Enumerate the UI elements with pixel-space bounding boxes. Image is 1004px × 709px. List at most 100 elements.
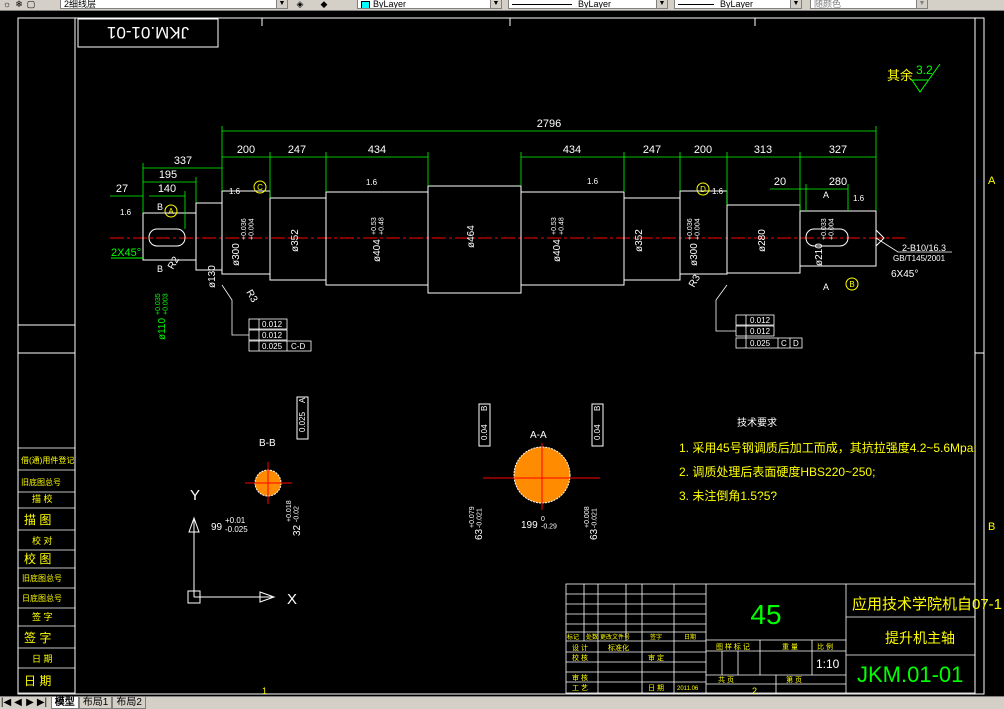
strip-item-11: 日 期 bbox=[24, 674, 51, 688]
datum-c-label: C bbox=[257, 183, 263, 192]
dim-27: 27 bbox=[116, 183, 128, 195]
title-row-label-4: 日期 bbox=[684, 633, 696, 641]
layer-freeze-icon[interactable]: ❄ bbox=[13, 0, 25, 9]
title-sheet-no: 第 页 bbox=[786, 675, 802, 684]
drawing-canvas[interactable]: A B 1 2 JKM.01-01 其余 3.2 2796 200 247 43… bbox=[0, 11, 1004, 696]
linetype-dropdown[interactable]: ByLayer ▼ bbox=[508, 0, 668, 9]
chevron-down-icon[interactable]: ▼ bbox=[276, 0, 287, 8]
roughness-1-6-a: 1.6 bbox=[229, 187, 241, 196]
strip-item-2: 描 校 bbox=[32, 493, 53, 504]
dia-352-right: ø352 bbox=[634, 229, 645, 252]
tab-model[interactable]: 模型 bbox=[50, 697, 79, 709]
section-bb-width: 99 bbox=[211, 522, 223, 533]
dim-434-mid: 434 bbox=[563, 144, 581, 156]
title-part-name: 提升机主轴 bbox=[885, 630, 955, 646]
dia-300-right: ø300 bbox=[689, 243, 700, 266]
strip-item-6: 旧底图总号 bbox=[22, 573, 62, 583]
title-role-3: 工 艺 bbox=[572, 684, 588, 692]
layer-manager-icon[interactable]: ◆ bbox=[318, 0, 330, 9]
color-dropdown[interactable]: ByLayer ▼ bbox=[357, 0, 502, 9]
section-bb-gtol-ref: A bbox=[298, 397, 307, 403]
title-row-label-0: 标记 bbox=[567, 633, 579, 641]
dim-140: 140 bbox=[158, 183, 176, 195]
title-material: 45 bbox=[750, 599, 781, 630]
section-bb-label: B-B bbox=[259, 438, 276, 449]
tab-layout1[interactable]: 布局1 bbox=[78, 697, 113, 709]
gtol-right-ref-d: D bbox=[793, 339, 799, 348]
tol-404-right: +0.53+0.48 bbox=[551, 217, 566, 235]
layer-dropdown[interactable]: 2细线层 ▼ bbox=[60, 0, 288, 9]
title-role-1: 校 核 bbox=[572, 653, 588, 662]
section-aa-key-tol-left: +0.079-0.021 bbox=[469, 506, 484, 528]
tech-requirement-1: 1. 采用45号钢调质后加工而成，其抗拉强度4.2~5.6Mpa; bbox=[679, 440, 977, 455]
lineweight-preview-icon bbox=[678, 4, 714, 6]
chevron-down-icon[interactable]: ▼ bbox=[790, 0, 801, 8]
drawing-border bbox=[17, 17, 985, 695]
tol-404-left: +0.53+0.48 bbox=[371, 217, 386, 235]
section-aa-label: A-A bbox=[530, 430, 547, 441]
strip-item-5: 校 图 bbox=[24, 551, 51, 566]
layer-on-icon[interactable]: ☼ bbox=[1, 0, 13, 9]
tech-requirement-3: 3. 未注倒角1.5?5? bbox=[679, 488, 777, 503]
roughness-1-6-e: 1.6 bbox=[853, 194, 865, 203]
section-bb-gtol: 0.025 bbox=[298, 411, 307, 432]
radius-r3-right: R3 bbox=[687, 273, 703, 290]
ucs-y-label: Y bbox=[190, 487, 200, 504]
chevron-down-icon[interactable]: ▼ bbox=[656, 0, 667, 8]
dim-337: 337 bbox=[174, 155, 192, 167]
title-scale-label: 比 例 bbox=[817, 642, 833, 651]
dim-327-right: 327 bbox=[829, 144, 847, 156]
tab-next-icon[interactable]: ▶ bbox=[24, 697, 36, 708]
title-role-2: 审 核 bbox=[572, 673, 588, 682]
title-date: 2011.06 bbox=[677, 686, 699, 692]
gtol-left-runout2: 0.012 bbox=[262, 331, 283, 340]
plotstyle-dropdown[interactable]: 随颜色 ▼ bbox=[810, 0, 928, 9]
linetype-value: ByLayer bbox=[578, 0, 612, 9]
tech-requirement-2: 2. 调质处理后表面硬度HBS220~250; bbox=[679, 464, 875, 479]
title-scale: 1:10 bbox=[816, 657, 840, 671]
tab-layout2[interactable]: 布局2 bbox=[112, 697, 146, 709]
gtol-right-runout2: 0.012 bbox=[750, 327, 771, 336]
strip-item-7: 日底图总号 bbox=[22, 593, 62, 603]
dia-300-left: ø300 bbox=[231, 243, 242, 266]
gtol-right-runout1: 0.012 bbox=[750, 316, 771, 325]
tab-prev-icon[interactable]: ◀ bbox=[12, 697, 24, 708]
layer-previous-icon[interactable]: ◈ bbox=[294, 0, 306, 9]
strip-item-10: 日 期 bbox=[32, 654, 53, 664]
section-aa-key-right: 63 bbox=[589, 528, 600, 540]
strip-item-3: 描 图 bbox=[24, 513, 51, 527]
dim-200-right: 200 bbox=[694, 144, 712, 156]
dim-195: 195 bbox=[159, 169, 177, 181]
dimension-lines bbox=[110, 126, 877, 229]
gtol-left-perp: 0.025 bbox=[262, 342, 283, 351]
dia-130: ø130 bbox=[207, 265, 218, 288]
grid-letter-b: B bbox=[988, 521, 995, 533]
tab-last-icon[interactable]: ▶| bbox=[36, 697, 48, 708]
title-stage-label: 图 样 标 记 bbox=[716, 642, 750, 651]
strip-item-1: 旧底图总号 bbox=[21, 477, 61, 487]
title-std-label: 标准化 bbox=[608, 643, 629, 652]
chevron-down-icon[interactable]: ▼ bbox=[490, 0, 501, 8]
roughness-1-6-d: 1.6 bbox=[712, 187, 724, 196]
properties-toolbar: ☼ ❄ ▢ 2细线层 ▼ ◈ ◆ ByLayer ▼ ByLayer ▼ ByL… bbox=[0, 0, 1004, 11]
layout-tab-bar: |◀ ◀ ▶ ▶| 模型 布局1 布局2 bbox=[0, 696, 1004, 709]
lineweight-dropdown[interactable]: ByLayer ▼ bbox=[674, 0, 802, 9]
grid-number-1: 1 bbox=[262, 686, 267, 696]
dia-110: ø110 bbox=[157, 318, 168, 340]
chevron-down-icon[interactable]: ▼ bbox=[916, 0, 927, 8]
section-aa-gtol-ref-left: B bbox=[480, 406, 489, 411]
lineweight-value: ByLayer bbox=[720, 0, 754, 9]
gtol-left-ref: C-D bbox=[291, 342, 305, 351]
roughness-1-6-b: 1.6 bbox=[366, 178, 378, 187]
section-b-mark-bottom: B bbox=[157, 264, 163, 274]
tab-first-icon[interactable]: |◀ bbox=[0, 697, 12, 708]
section-aa-width-tol: 0 -0.29 bbox=[541, 516, 557, 531]
tol-210: +0.033+0.004 bbox=[821, 218, 836, 240]
section-bb-depth: 32 bbox=[292, 524, 303, 536]
roughness-1-6-c: 1.6 bbox=[587, 177, 599, 186]
dim-247-left: 247 bbox=[288, 144, 306, 156]
layer-lock-icon[interactable]: ▢ bbox=[25, 0, 37, 9]
gtol-right-perp: 0.025 bbox=[750, 339, 771, 348]
section-aa-gtol-left: 0.04 bbox=[480, 424, 489, 440]
tech-requirements-title: 技术要求 bbox=[737, 416, 777, 429]
